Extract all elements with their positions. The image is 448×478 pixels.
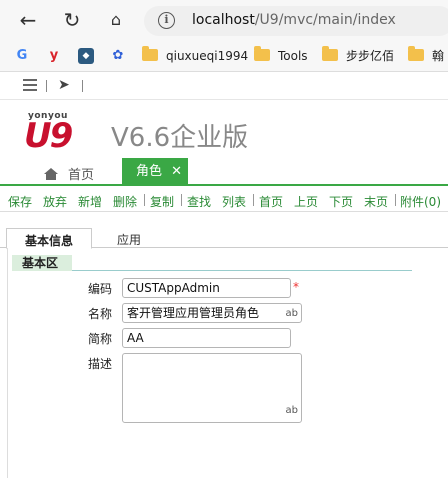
folder-icon [142,46,158,61]
divider [82,80,83,92]
page-tabs: 首页 角色 ✕ [0,158,448,186]
bookmark-app-icon[interactable]: ◆ [78,48,94,64]
code-label: 编码 [87,282,112,296]
code-field[interactable]: CUSTAppAdmin [122,278,291,298]
divider [253,194,254,206]
menu-icon[interactable] [23,79,37,91]
save-button[interactable]: 保存 [8,193,32,210]
info-icon[interactable]: i [158,12,175,29]
tab-home[interactable]: 首页 [44,164,94,183]
description-textarea[interactable]: ab [122,353,302,423]
name-field[interactable]: 客开管理应用管理员角色 ab [122,303,302,323]
reload-icon[interactable]: ↻ [60,8,84,32]
description-label: 描述 [87,357,112,371]
find-button[interactable]: 查找 [187,193,211,210]
google-icon[interactable]: G [14,48,30,64]
short-name-field[interactable]: AA [122,328,291,348]
tab-role[interactable]: 角色 ✕ [122,158,188,186]
divider [144,194,145,206]
tab-basic-info[interactable]: 基本信息 [6,228,92,249]
next-page-button[interactable]: 下页 [329,193,353,210]
divider [395,194,396,206]
baidu-paw-icon[interactable]: ✿ [110,48,126,64]
folder-icon [408,46,424,61]
prev-page-button[interactable]: 上页 [294,193,318,210]
u9-logo: U9 [24,116,73,156]
panel-border [7,248,8,478]
ab-icon[interactable]: ab [286,305,298,322]
navigate-arrow-icon[interactable]: ➤ [58,77,70,93]
bookmark-folder-bubuyibai[interactable]: 步步亿佰 [322,46,394,66]
attachments-button[interactable]: 附件(0) [400,193,441,210]
form-tabs: 基本信息 应用 [0,224,448,249]
product-version-title: V6.6企业版 [111,123,249,153]
browser-nav-bar: ← ↻ ⌂ i localhost/U9/mvc/main/index [0,0,448,40]
list-button[interactable]: 列表 [222,193,246,210]
bookmark-folder-extra[interactable]: 翰 [408,46,444,66]
back-arrow-icon[interactable]: ← [16,8,40,32]
first-page-button[interactable]: 首页 [259,193,283,210]
tab-application[interactable]: 应用 [112,228,146,249]
folder-icon [254,46,270,61]
last-page-button[interactable]: 末页 [364,193,388,210]
bookmark-folder-qiuxueqi[interactable]: qiuxueqi1994 [142,46,248,66]
copy-button[interactable]: 复制 [150,193,174,210]
action-toolbar: 保存 放弃 新增 删除 复制 查找 列表 首页 上页 下页 末页 附件(0) [0,188,448,212]
address-bar[interactable]: i localhost/U9/mvc/main/index [144,6,448,36]
url-text[interactable]: localhost/U9/mvc/main/index [192,12,396,28]
delete-button[interactable]: 删除 [113,193,137,210]
ab-icon[interactable]: ab [286,402,298,420]
section-label-basic[interactable]: 基本区 [12,255,72,271]
yandex-icon[interactable]: y [46,48,62,64]
bookmark-folder-tools[interactable]: Tools [254,46,308,66]
section-header: 基本区 [12,255,412,271]
divider [181,194,182,206]
bookmarks-bar: G y ◆ ✿ qiuxueqi1994 Tools 步步亿佰 翰 [0,40,448,72]
add-button[interactable]: 新增 [78,193,102,210]
home-icon[interactable]: ⌂ [104,8,128,32]
name-label: 名称 [87,307,112,321]
app-top-toolbar: ➤ [0,72,448,100]
required-indicator: * [293,280,299,294]
close-icon[interactable]: ✕ [171,158,182,186]
short-name-label: 简称 [87,332,112,346]
house-icon [44,168,58,180]
folder-icon [322,46,338,61]
discard-button[interactable]: 放弃 [43,193,67,210]
divider [46,80,47,92]
